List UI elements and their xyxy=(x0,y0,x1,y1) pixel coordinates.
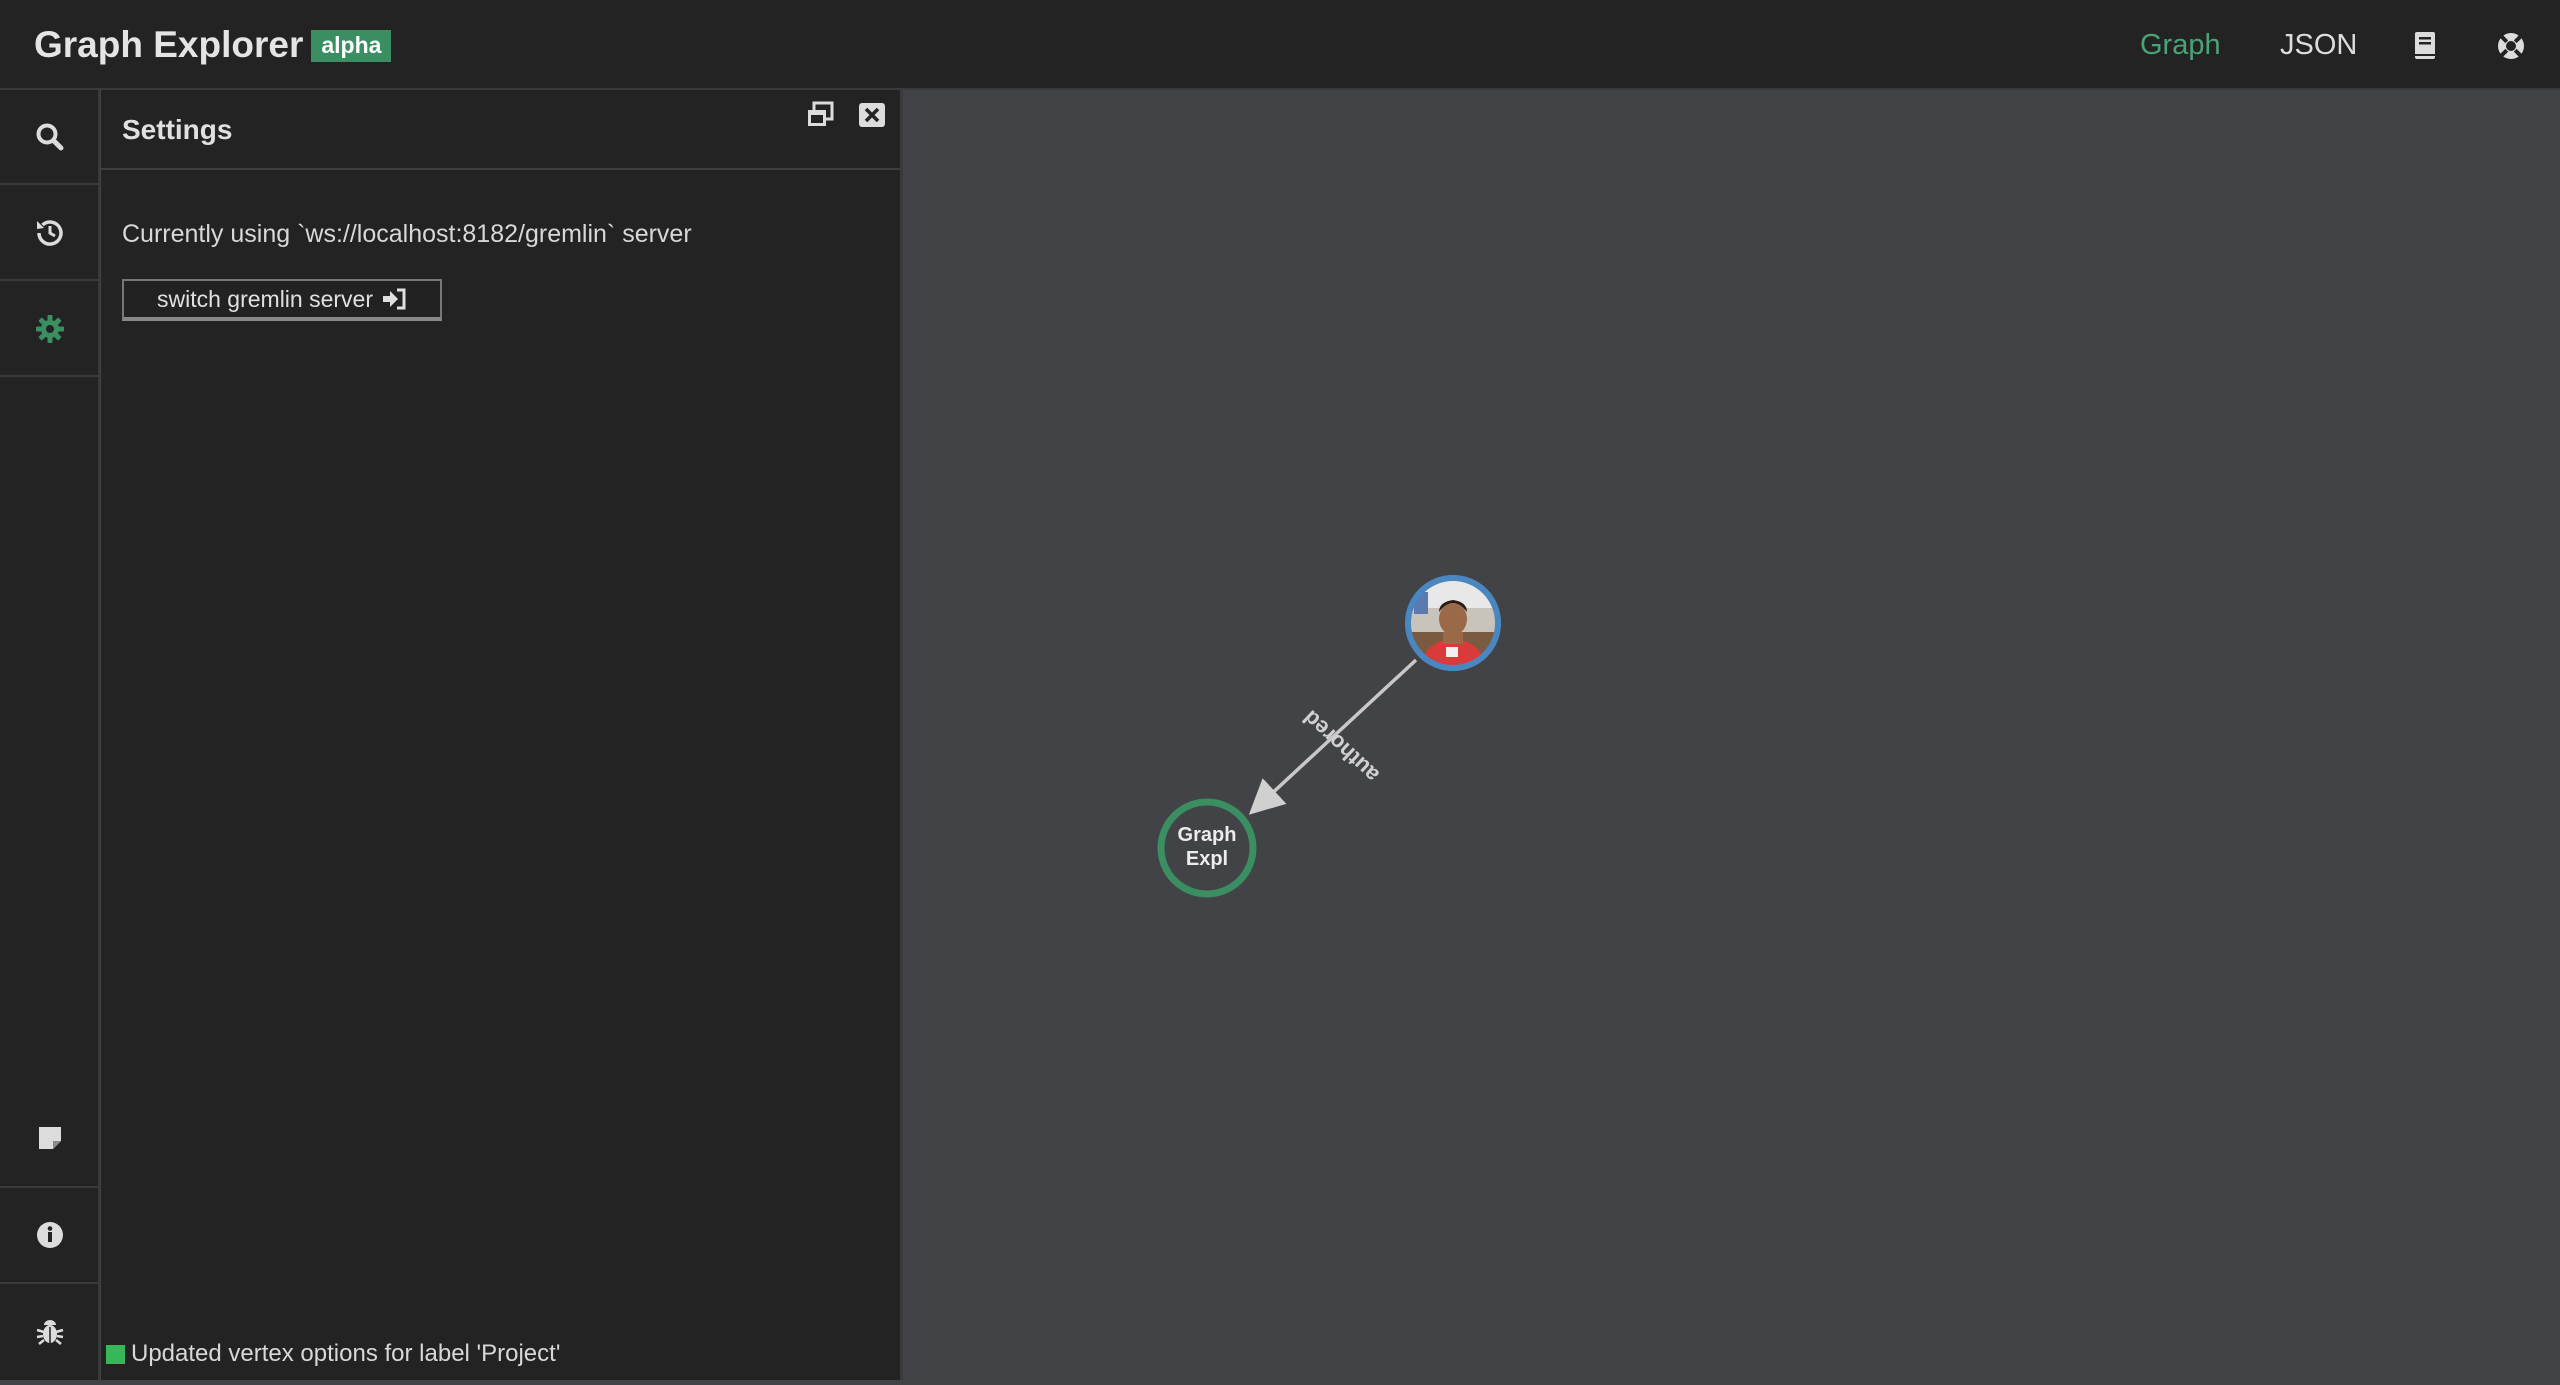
vertex-label-line2: Expl xyxy=(1186,848,1228,870)
info-icon xyxy=(37,1221,63,1248)
switch-server-label: switch gremlin server xyxy=(157,285,373,312)
nav-json[interactable]: JSON xyxy=(2280,0,2357,90)
nav-graph-label: Graph xyxy=(2140,28,2221,61)
bug-icon xyxy=(36,1319,64,1345)
vertex-label-line1: Graph xyxy=(1178,824,1237,846)
app-title: Graph Explorer xyxy=(34,24,304,65)
settings-panel-header: Settings xyxy=(101,90,901,170)
panel-title: Settings xyxy=(122,114,233,145)
sidebar-item-settings[interactable] xyxy=(0,282,100,377)
graph-vertex-project[interactable]: Graph Expl xyxy=(1157,798,1257,898)
status-text: Updated vertex options for label 'Projec… xyxy=(131,1340,561,1367)
graph-vertex-person[interactable] xyxy=(1405,575,1501,695)
status-indicator xyxy=(106,1344,125,1364)
gear-icon xyxy=(36,314,64,343)
graph-canvas[interactable]: authored Graph Expl xyxy=(906,92,2560,1380)
alpha-badge: alpha xyxy=(311,30,392,62)
status-message: Updated vertex options for label 'Projec… xyxy=(106,1340,560,1368)
graph-svg[interactable]: authored Graph Expl xyxy=(906,92,2560,1380)
note-icon xyxy=(39,1126,61,1149)
sidebar-item-history[interactable] xyxy=(0,186,100,281)
sign-in-icon xyxy=(383,288,406,310)
sidebar-item-search[interactable] xyxy=(0,90,100,185)
sidebar-item-notes[interactable] xyxy=(0,1090,100,1185)
app-brand: Graph Explorer alpha xyxy=(34,24,392,66)
sidebar xyxy=(0,90,100,1380)
switch-gremlin-server-button[interactable]: switch gremlin server xyxy=(122,279,442,321)
top-bar: Graph Explorer alpha Graph JSON xyxy=(0,0,2560,90)
help-circle-icon[interactable] xyxy=(2494,29,2528,63)
settings-panel: Settings Currently using `ws://localhost… xyxy=(101,90,903,1380)
book-icon[interactable] xyxy=(2408,29,2442,63)
close-icon[interactable] xyxy=(857,100,887,130)
sidebar-item-debug[interactable] xyxy=(0,1282,100,1377)
search-icon xyxy=(36,123,64,150)
sidebar-item-info[interactable] xyxy=(0,1186,100,1281)
nav-graph[interactable]: Graph xyxy=(2140,0,2221,90)
graph-edge[interactable]: authored xyxy=(1248,658,1418,815)
current-server-text: Currently using `ws://localhost:8182/gre… xyxy=(122,220,692,248)
edge-label: authored xyxy=(1298,705,1384,787)
nav-json-label: JSON xyxy=(2280,28,2358,61)
window-restore-icon[interactable] xyxy=(805,100,835,130)
history-icon xyxy=(37,219,63,246)
